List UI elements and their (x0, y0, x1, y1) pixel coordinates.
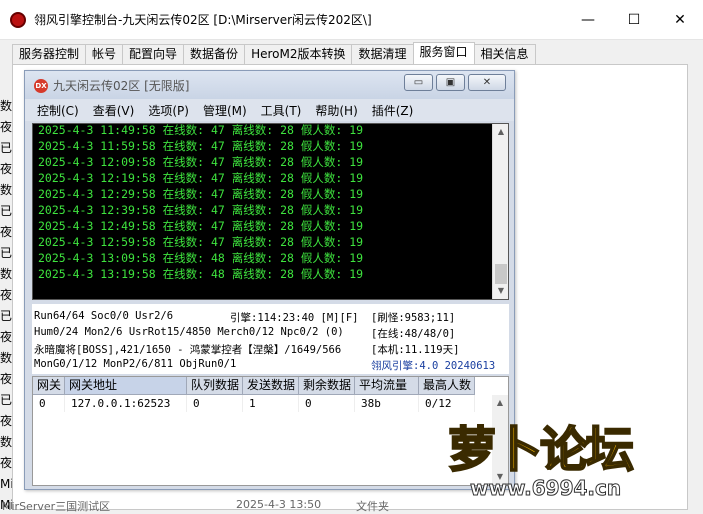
app-icon (10, 11, 26, 28)
list-item: 夜 (0, 372, 12, 386)
menu-tools[interactable]: 工具(T) (261, 102, 302, 119)
log-line: 2025-4-3 13:19:58 在线数: 48 离线数: 28 假人数: 1… (38, 267, 364, 281)
hum-stats: Hum0/24 Mon2/6 UsrRot15/4850 Merch0/12 N… (34, 326, 344, 338)
col-remaining-data[interactable]: 剩余数据 (299, 377, 355, 395)
table-header: 网关 网关地址 队列数据 发送数据 剩余数据 平均流量 最高人数 (33, 377, 475, 395)
cell-address: 127.0.0.1:62523 (65, 395, 187, 412)
col-gateway[interactable]: 网关 (33, 377, 65, 395)
online-count: [在线:48/48/0] (371, 328, 456, 340)
list-item: 数 (0, 435, 12, 449)
menu-manage[interactable]: 管理(M) (203, 102, 247, 119)
server-window[interactable]: DX 九天闲云传02区 [无限版] ▭ ▣ ✕ 控制(C) 查看(V) 选项(P… (24, 70, 515, 490)
log-line: 2025-4-3 11:59:58 在线数: 47 离线数: 28 假人数: 1… (38, 139, 364, 153)
tab-data-cleanup[interactable]: 数据清理 (351, 44, 414, 64)
table-row[interactable]: 0 127.0.0.1:62523 0 1 0 38b 0/12 (33, 395, 475, 412)
log-line: 2025-4-3 13:09:58 在线数: 48 离线数: 28 假人数: 1… (38, 251, 364, 265)
log-line: 2025-4-3 12:09:58 在线数: 47 离线数: 28 假人数: 1… (38, 155, 364, 169)
list-item: 夜 (0, 120, 12, 134)
menu-help[interactable]: 帮助(H) (315, 102, 357, 119)
list-item: 夜 (0, 330, 12, 344)
list-item: 已 (0, 309, 12, 323)
list-item: 夜 (0, 225, 12, 239)
list-item: 夜 (0, 456, 12, 470)
local-uptime: [本机:11.119天] (371, 344, 460, 356)
log-line: 2025-4-3 12:39:58 在线数: 47 离线数: 28 假人数: 1… (38, 203, 364, 217)
cell-remaining: 0 (299, 395, 355, 412)
scroll-down-icon[interactable]: ▼ (493, 283, 508, 299)
background-list-edge: 数 夜 已 夜 数 已 夜 已 数 夜 已 夜 数 夜 已 夜 数 夜 Mi M… (0, 96, 12, 510)
log-line: 2025-4-3 11:49:58 在线数: 47 离线数: 28 假人数: 1… (38, 123, 364, 137)
list-item: 夜 (0, 288, 12, 302)
menu-options[interactable]: 选项(P) (148, 102, 189, 119)
status-type: 文件夹 (356, 500, 389, 513)
gateway-table[interactable]: 网关 网关地址 队列数据 发送数据 剩余数据 平均流量 最高人数 0 127.0… (32, 376, 509, 486)
status-timestamp: 2025-4-3 13:50 (236, 498, 322, 511)
scroll-up-icon[interactable]: ▲ (492, 395, 508, 411)
col-send-data[interactable]: 发送数据 (243, 377, 299, 395)
status-text: MirServer三国测试区 (2, 500, 111, 513)
list-item: 数 (0, 351, 12, 365)
cell-traffic: 38b (355, 395, 419, 412)
engine-version: 翎风引擎:4.0 20240613 (371, 360, 496, 372)
log-line: 2025-4-3 12:19:58 在线数: 47 离线数: 28 假人数: 1… (38, 171, 364, 185)
cell-gateway: 0 (33, 395, 65, 412)
tab-config-wizard[interactable]: 配置向导 (122, 44, 185, 64)
tab-data-backup[interactable]: 数据备份 (183, 44, 246, 64)
col-avg-traffic[interactable]: 平均流量 (355, 377, 419, 395)
server-window-title: 九天闲云传02区 [无限版] (53, 79, 190, 93)
cell-send: 1 (243, 395, 299, 412)
maximize-button[interactable]: ☐ (611, 0, 657, 40)
scroll-up-icon[interactable]: ▲ (493, 124, 508, 140)
minimize-button[interactable]: — (565, 0, 611, 40)
scroll-thumb[interactable] (495, 264, 507, 284)
boss-info: 永暗魔将[BOSS],421/1650 - 鸿蒙掌控者【涅槃】/1649/566 (34, 344, 342, 356)
status-panel: Run64/64 Soc0/0 Usr2/6 引擎:114:23:40 [M][… (32, 304, 509, 374)
watermark-url: www.6994.cn (469, 476, 622, 501)
col-queue-data[interactable]: 队列数据 (187, 377, 243, 395)
main-tab-bar: 服务器控制 帐号 配置向导 数据备份 HeroM2版本转换 数据清理 服务窗口 … (12, 42, 536, 65)
log-console[interactable]: 2025-4-3 11:49:58 在线数: 47 离线数: 28 假人数: 1… (32, 123, 509, 300)
tab-server-control[interactable]: 服务器控制 (12, 44, 87, 64)
log-line: 2025-4-3 12:49:58 在线数: 47 离线数: 28 假人数: 1… (38, 219, 364, 233)
tab-herom2-convert[interactable]: HeroM2版本转换 (244, 44, 353, 64)
list-item: 夜 (0, 414, 12, 428)
window-title-bar: 翎风引擎控制台-九天闲云传02区 [D:\Mirserver闲云传202区\] … (0, 0, 703, 40)
list-item: 数 (0, 183, 12, 197)
tab-service-window[interactable]: 服务窗口 (412, 42, 475, 65)
inner-close-button[interactable]: ✕ (468, 74, 506, 91)
engine-uptime: 引擎:114:23:40 [M][F] (230, 312, 359, 324)
log-line: 2025-4-3 12:59:58 在线数: 47 离线数: 28 假人数: 1… (38, 235, 364, 249)
menu-plugins[interactable]: 插件(Z) (372, 102, 414, 119)
list-item: 已 (0, 204, 12, 218)
col-gateway-address[interactable]: 网关地址 (65, 377, 187, 395)
list-item: 已 (0, 393, 12, 407)
watermark-logo: 萝卜论坛 (447, 421, 635, 479)
inner-maximize-button[interactable]: ▣ (436, 74, 465, 91)
dx-logo-icon: DX (34, 79, 48, 93)
menu-bar: 控制(C) 查看(V) 选项(P) 管理(M) 工具(T) 帮助(H) 插件(Z… (25, 99, 514, 121)
list-item: 已 (0, 141, 12, 155)
tab-account[interactable]: 帐号 (85, 44, 124, 64)
list-item: 已 (0, 246, 12, 260)
monster-refresh: [刷怪:9583;11] (371, 312, 456, 324)
menu-view[interactable]: 查看(V) (93, 102, 135, 119)
tab-related-info[interactable]: 相关信息 (473, 44, 536, 64)
cell-queue: 0 (187, 395, 243, 412)
list-item: 数 (0, 99, 12, 113)
menu-control[interactable]: 控制(C) (37, 102, 79, 119)
col-max-users[interactable]: 最高人数 (419, 377, 475, 395)
watermark: 萝卜论坛 www.6994.cn (447, 410, 698, 506)
list-item: Mi (0, 477, 12, 491)
log-line: 2025-4-3 12:29:58 在线数: 47 离线数: 28 假人数: 1… (38, 187, 364, 201)
list-item: 夜 (0, 162, 12, 176)
console-scrollbar[interactable]: ▲ ▼ (492, 124, 508, 299)
server-window-title-bar[interactable]: DX 九天闲云传02区 [无限版] ▭ ▣ ✕ (25, 71, 514, 99)
list-item: 数 (0, 267, 12, 281)
mon-stats: MonG0/1/12 MonP2/6/811 ObjRun0/1 (34, 358, 237, 370)
window-title: 翎风引擎控制台-九天闲云传02区 [D:\Mirserver闲云传202区\] (34, 13, 372, 27)
run-stats: Run64/64 Soc0/0 Usr2/6 (34, 310, 174, 322)
inner-minimize-button[interactable]: ▭ (404, 74, 433, 91)
close-button[interactable]: ✕ (657, 0, 703, 40)
